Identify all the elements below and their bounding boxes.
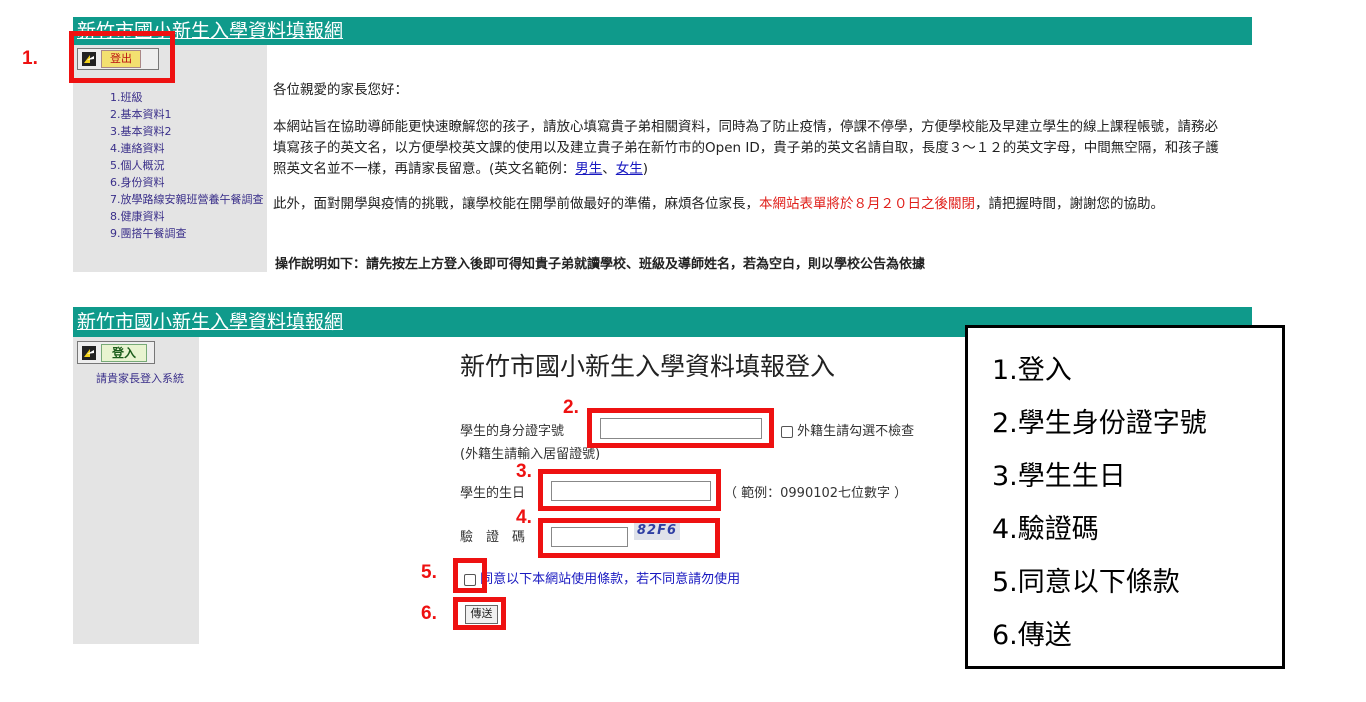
foreign-student-checkbox[interactable] [781, 425, 793, 438]
login-button[interactable]: 登入 [77, 341, 155, 364]
notice-text: 此外，面對開學與疫情的挑戰，讓學校能在開學前做最好的準備，麻煩各位家長， [273, 196, 759, 212]
legend-item-student-id: 2.學生身份證字號 [992, 408, 1207, 439]
top-banner: 新竹市國小新生入學資料填報網 [73, 17, 1252, 45]
menu-item-afterschool[interactable]: 7.放學路線安親班營養午餐調查 [110, 191, 264, 208]
login-sidebar-hint: 請貴家長登入系統 [96, 372, 184, 385]
step-label-2: 2. [563, 397, 579, 418]
foreign-student-checkbox-label: 外籍生請勾選不檢查 [797, 424, 915, 439]
menu-item-profile[interactable]: 5.個人概況 [110, 157, 264, 174]
step-label-6: 6. [421, 603, 437, 624]
legend-item-agree: 5.同意以下條款 [992, 567, 1180, 598]
menu-item-basic1[interactable]: 2.基本資料1 [110, 106, 264, 123]
birthday-hint: （ 範例：0990102七位數字 ） [724, 486, 908, 501]
greeting: 各位親愛的家長您好： [273, 82, 408, 98]
menu-item-lunch[interactable]: 9.團搭午餐調查 [110, 225, 264, 242]
highlight-box-6 [453, 597, 506, 630]
menu-item-health[interactable]: 8.健康資料 [110, 208, 264, 225]
closing-date-notice: 本網站表單將於８月２０日之後關閉 [759, 196, 975, 212]
intro-end: ) [642, 161, 649, 177]
legend-item-send: 6.傳送 [992, 620, 1072, 651]
agree-terms-row[interactable]: 同意以下本網站使用條款，若不同意請勿使用 [464, 568, 740, 587]
menu-item-contact[interactable]: 4.連絡資料 [110, 140, 264, 157]
menu-item-identity[interactable]: 6.身份資料 [110, 174, 264, 191]
notice-paragraph: 此外，面對開學與疫情的挑戰，讓學校能在開學前做最好的準備，麻煩各位家長，本網站表… [273, 194, 1228, 215]
highlight-box-2 [587, 408, 774, 448]
enter-door-icon [81, 345, 97, 361]
intro-text: 本網站旨在協助導師能更快速瞭解您的孩子，請放心填寫貴子弟相關資料，同時為了防止疫… [273, 119, 1219, 177]
steps-legend: 1.登入 2.學生身份證字號 3.學生生日 4.驗證碼 5.同意以下條款 6.傳… [965, 325, 1285, 669]
step-label-4: 4. [516, 507, 532, 528]
menu-item-class[interactable]: 1.班級 [110, 89, 264, 106]
intro-paragraph: 本網站旨在協助導師能更快速瞭解您的孩子，請放心填寫貴子弟相關資料，同時為了防止疫… [273, 117, 1228, 180]
legend-item-captcha: 4.驗證碼 [992, 514, 1099, 545]
girl-example-link[interactable]: 女生 [616, 161, 643, 177]
highlight-box-5 [453, 558, 487, 593]
birthday-label: 學生的生日 [460, 486, 526, 501]
step-label-1: 1. [22, 48, 38, 69]
agree-terms-label: 同意以下本網站使用條款，若不同意請勿使用 [480, 572, 741, 587]
highlight-box-3 [538, 469, 721, 511]
highlight-box-4 [538, 518, 720, 558]
notice-text-end: ，請把握時間，謝謝您的協助。 [975, 196, 1164, 212]
top-sidebar-menu: 1.班級 2.基本資料1 3.基本資料2 4.連絡資料 5.個人概況 6.身份資… [110, 89, 264, 242]
boy-example-link[interactable]: 男生 [575, 161, 602, 177]
legend-item-login: 1.登入 [992, 355, 1072, 386]
instruction-text: 操作說明如下：請先按左上方登入後即可得知貴子弟就讀學校、班級及導師姓名，若為空白… [275, 257, 926, 272]
legend-item-birthday: 3.學生生日 [992, 461, 1126, 492]
intro-sep: 、 [602, 161, 616, 177]
highlight-box-1 [69, 31, 175, 83]
step-label-3: 3. [516, 461, 532, 482]
login-label: 登入 [101, 343, 148, 362]
foreign-student-checkbox-row[interactable]: 外籍生請勾選不檢查 [781, 420, 914, 439]
menu-item-basic2[interactable]: 3.基本資料2 [110, 123, 264, 140]
student-id-note: (外籍生請輸入居留證號) [460, 447, 601, 462]
login-form-title: 新竹市國小新生入學資料填報登入 [460, 352, 836, 381]
student-id-label: 學生的身分證字號 [460, 424, 565, 439]
login-banner-title[interactable]: 新竹市國小新生入學資料填報網 [73, 311, 343, 333]
step-label-5: 5. [421, 562, 437, 583]
